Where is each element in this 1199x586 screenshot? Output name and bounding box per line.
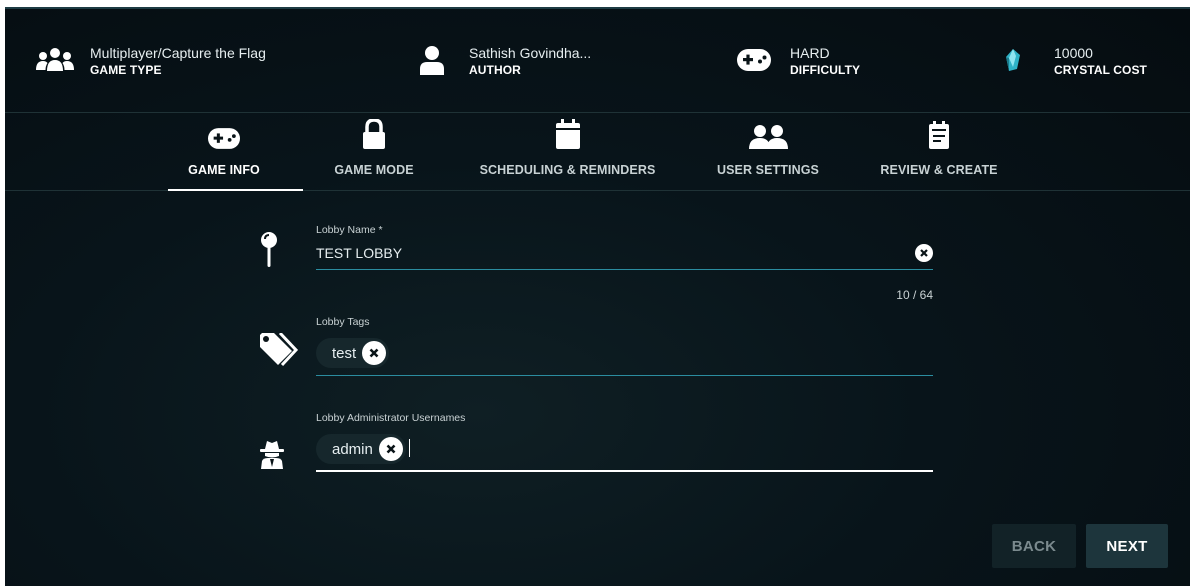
clear-lobby-name-button[interactable] — [915, 244, 933, 262]
tab-review-create[interactable]: REVIEW & CREATE — [879, 113, 999, 191]
users-icon — [36, 45, 74, 75]
clipboard-icon — [928, 113, 950, 153]
lobby-name-input[interactable]: TEST LOBBY — [316, 236, 933, 270]
summary-author: Sathish Govindha... AUTHOR — [417, 45, 591, 79]
next-button[interactable]: NEXT — [1086, 524, 1168, 568]
author-value: Sathish Govindha... — [469, 45, 592, 61]
wizard-tabs: GAME INFO GAME MODE SCHEDULING & REMINDE… — [5, 113, 1190, 191]
spy-icon — [255, 435, 289, 473]
remove-admin-button[interactable] — [378, 437, 403, 461]
crystal-cost-label: CRYSTAL COST — [1054, 63, 1147, 77]
tab-game-info[interactable]: GAME INFO — [188, 113, 260, 191]
gamepad-icon — [208, 113, 240, 153]
game-type-label: GAME TYPE — [90, 63, 162, 77]
summary-difficulty: HARD DIFFICULTY — [736, 45, 860, 79]
user-icon — [417, 45, 447, 75]
author-label: AUTHOR — [469, 63, 521, 77]
calendar-icon — [555, 113, 581, 153]
lobby-admins-label: Lobby Administrator Usernames — [316, 412, 466, 424]
summary-game-type: Multiplayer/Capture the Flag GAME TYPE — [36, 45, 266, 79]
tab-scheduling-reminders[interactable]: SCHEDULING & REMINDERS — [475, 113, 660, 191]
lobby-name-underline — [316, 269, 933, 270]
create-lobby-panel: Multiplayer/Capture the Flag GAME TYPE S… — [5, 7, 1190, 586]
tab-label: SCHEDULING & REMINDERS — [479, 163, 656, 177]
close-icon — [920, 249, 928, 257]
admin-chip: admin — [316, 434, 406, 464]
tag-chip: test — [316, 338, 390, 368]
summary-crystal-cost: 10000 CRYSTAL COST — [1005, 45, 1147, 79]
users-icon — [748, 113, 788, 153]
admin-chip-text: admin — [332, 440, 373, 458]
tab-game-mode[interactable]: GAME MODE — [330, 113, 418, 191]
tab-label: GAME INFO — [188, 163, 260, 177]
lobby-name-char-counter: 10 / 64 — [896, 288, 933, 302]
close-icon — [386, 444, 396, 454]
difficulty-label: DIFFICULTY — [790, 63, 861, 77]
back-button[interactable]: BACK — [992, 524, 1076, 568]
crystal-cost-value: 10000 — [1054, 45, 1093, 61]
lobby-tags-field: Lobby Tags test — [316, 316, 933, 376]
tab-user-settings[interactable]: USER SETTINGS — [715, 113, 821, 191]
crystal-icon — [1005, 45, 1021, 75]
tab-label: GAME MODE — [334, 163, 414, 177]
lobby-admins-field: Lobby Administrator Usernames admin — [316, 412, 933, 472]
gamepad-icon — [736, 45, 772, 75]
difficulty-value: HARD — [790, 45, 830, 61]
lobby-name-field: Lobby Name * TEST LOBBY 10 / 64 — [316, 224, 933, 302]
lobby-tags-underline — [316, 375, 933, 376]
tag-chip-text: test — [332, 344, 357, 362]
game-summary-bar: Multiplayer/Capture the Flag GAME TYPE S… — [5, 9, 1190, 113]
active-tab-indicator — [168, 189, 303, 191]
pin-icon — [257, 230, 281, 270]
lobby-admins-underline — [316, 470, 933, 472]
tab-label: REVIEW & CREATE — [880, 163, 998, 177]
lock-icon — [362, 113, 386, 153]
game-type-value: Multiplayer/Capture the Flag — [90, 45, 266, 61]
lobby-tags-input[interactable]: test — [316, 328, 933, 376]
tags-icon — [259, 330, 299, 370]
lobby-name-value: TEST LOBBY — [316, 245, 403, 261]
lobby-tags-label: Lobby Tags — [316, 316, 370, 328]
tab-label: USER SETTINGS — [716, 163, 819, 177]
close-icon — [369, 348, 379, 358]
lobby-name-label: Lobby Name * — [316, 224, 383, 236]
text-cursor — [408, 439, 410, 457]
lobby-admins-input[interactable]: admin — [316, 424, 933, 472]
remove-tag-button[interactable] — [362, 341, 387, 365]
